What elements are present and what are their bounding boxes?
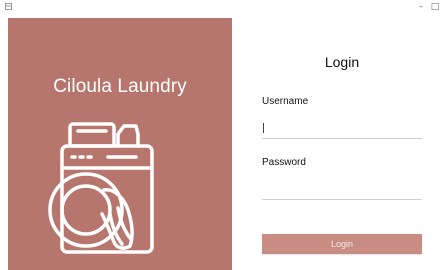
username-input[interactable] — [262, 122, 422, 139]
username-label: Username — [262, 96, 309, 107]
maximize-button[interactable]: □ — [428, 0, 442, 14]
app-icon — [5, 3, 12, 10]
login-title: Login — [324, 54, 360, 70]
brand-panel: Ciloula Laundry — [8, 18, 232, 270]
login-button[interactable]: Login — [262, 234, 422, 254]
password-input[interactable] — [262, 183, 422, 200]
washing-machine-icon — [48, 122, 154, 254]
text-caret — [263, 123, 264, 133]
title-bar: – □ — [0, 0, 443, 14]
minimize-button[interactable]: – — [414, 0, 428, 14]
brand-title: Ciloula Laundry — [53, 76, 187, 97]
password-label: Password — [262, 157, 306, 168]
